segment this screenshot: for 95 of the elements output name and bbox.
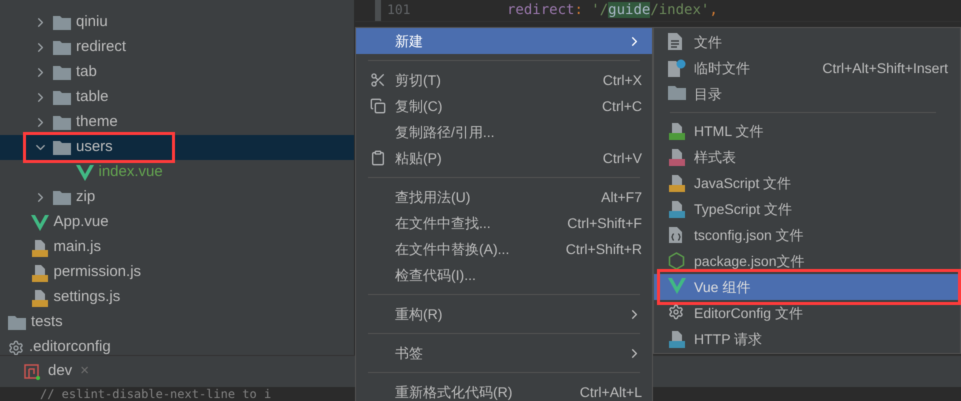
- tree-item[interactable]: tests: [0, 310, 354, 335]
- file-name: index.vue: [98, 162, 163, 182]
- shortcut-text: Ctrl+V: [602, 148, 642, 168]
- tree-item[interactable]: tab: [0, 60, 354, 85]
- menu-item[interactable]: TypeScript 文件: [654, 196, 960, 222]
- file-name: main.js: [54, 237, 102, 258]
- file-clock-icon: [668, 59, 686, 77]
- file-name: users: [76, 137, 113, 158]
- menu-item[interactable]: 在文件中查找... Ctrl+Shift+F: [356, 210, 652, 236]
- file-icon: [668, 330, 686, 348]
- menu-item[interactable]: 文件: [654, 29, 960, 55]
- file-icon: [30, 288, 48, 306]
- menu-item[interactable]: Vue 组件: [654, 274, 960, 300]
- menu-item[interactable]: 检查代码(I)...: [356, 262, 652, 288]
- menu-item[interactable]: tsconfig.json 文件: [654, 222, 960, 248]
- shortcut-text: Ctrl+Shift+R: [566, 240, 642, 258]
- menu-item[interactable]: 查找用法(U) Alt+F7: [356, 184, 652, 210]
- gear-icon: [668, 304, 684, 320]
- line-number: 101: [387, 2, 412, 20]
- tree-item[interactable]: settings.js: [0, 285, 354, 310]
- folder-icon: [53, 115, 71, 130]
- hexagon-icon: [668, 252, 685, 270]
- tree-item[interactable]: App.vue: [0, 210, 354, 235]
- shortcut-text: Ctrl+Shift+F: [567, 214, 642, 232]
- menu-item[interactable]: 粘贴(P) Ctrl+V: [356, 145, 652, 171]
- file-name: table: [76, 87, 109, 108]
- menu-item[interactable]: 重新格式化代码(R) Ctrl+Alt+L: [356, 379, 652, 401]
- v-logo-icon: [30, 214, 48, 230]
- menu-item[interactable]: package.json文件: [654, 248, 960, 274]
- folder-icon: [53, 15, 71, 30]
- file-name: settings.js: [54, 287, 120, 308]
- file-name: permission.js: [54, 262, 142, 282]
- menu-item[interactable]: HTTP 请求: [654, 326, 960, 352]
- file-name: .editorconfig: [29, 337, 111, 355]
- tree-item[interactable]: permission.js: [0, 260, 354, 285]
- menu-item[interactable]: 复制路径/引用...: [356, 119, 652, 145]
- file-icon: [668, 122, 686, 140]
- file-name: tests: [31, 312, 63, 332]
- tree-item[interactable]: zip: [0, 185, 354, 210]
- shortcut-text: Ctrl+X: [602, 70, 642, 90]
- file-icon: [668, 148, 686, 166]
- folder-icon: [53, 90, 71, 105]
- folder-icon: [53, 190, 71, 205]
- menu-item[interactable]: 在文件中替换(A)... Ctrl+Shift+R: [356, 236, 652, 262]
- folder-icon: [53, 65, 71, 80]
- file-braces-icon: [668, 226, 684, 244]
- tree-item[interactable]: index.vue: [0, 160, 354, 185]
- shortcut-text: Ctrl+Alt+L: [580, 382, 642, 401]
- tree-item[interactable]: main.js: [0, 235, 354, 260]
- shortcut-text: Ctrl+C: [602, 96, 642, 116]
- v-logo-icon: [668, 278, 686, 294]
- copy-icon: [370, 98, 386, 114]
- menu-item[interactable]: JavaScript 文件: [654, 170, 960, 196]
- run-tab[interactable]: dev: [48, 360, 72, 383]
- shortcut-text: Alt+F7: [601, 188, 642, 206]
- tree-item[interactable]: theme: [0, 110, 354, 135]
- file-name: redirect: [76, 37, 126, 58]
- file-name: theme: [76, 112, 118, 132]
- menu-item[interactable]: 重构(R): [356, 301, 652, 327]
- folder-icon: [8, 315, 26, 330]
- folder-icon: [668, 85, 686, 100]
- console-text: // eslint-disable-next-line to i: [40, 387, 272, 401]
- file-icon: [30, 264, 48, 282]
- folder-icon: [53, 40, 71, 55]
- v-logo-icon: [76, 164, 94, 180]
- file-name: qiniu: [76, 12, 108, 32]
- menu-item[interactable]: 复制(C) Ctrl+C: [356, 93, 652, 119]
- menu-item[interactable]: EditorConfig 文件: [654, 300, 960, 326]
- gear-icon: [8, 340, 24, 355]
- menu-item[interactable]: 目录: [654, 81, 960, 107]
- shortcut-text: Ctrl+Alt+Shift+Insert: [822, 58, 948, 78]
- tree-item[interactable]: .editorconfig: [0, 335, 354, 355]
- menu-item[interactable]: 新建: [356, 28, 652, 54]
- menu-item[interactable]: HTML 文件: [654, 118, 960, 144]
- tree-item[interactable]: users: [0, 135, 354, 160]
- tree-item[interactable]: table: [0, 85, 354, 110]
- file-icon: [668, 33, 682, 50]
- file-name: zip: [76, 187, 96, 208]
- clipboard-icon: [370, 150, 386, 166]
- file-icon: [30, 238, 48, 256]
- menu-item[interactable]: 书签: [356, 340, 652, 366]
- tree-item[interactable]: redirect: [0, 35, 354, 60]
- file-icon: [668, 200, 686, 218]
- code-line: redirect: '/guide/index',: [507, 1, 718, 20]
- tree-item[interactable]: qiniu: [0, 10, 354, 35]
- menu-item[interactable]: 临时文件 Ctrl+Alt+Shift+Insert: [654, 55, 960, 81]
- run-icon: [24, 364, 40, 380]
- file-name: App.vue: [54, 212, 109, 232]
- file-name: tab: [76, 62, 97, 82]
- file-icon: [668, 174, 686, 192]
- menu-item[interactable]: 剪切(T) Ctrl+X: [356, 67, 652, 93]
- gutter-bar: [375, 0, 381, 21]
- menu-item[interactable]: 样式表: [654, 144, 960, 170]
- folder-icon: [53, 140, 71, 155]
- scissors-icon: [370, 72, 386, 88]
